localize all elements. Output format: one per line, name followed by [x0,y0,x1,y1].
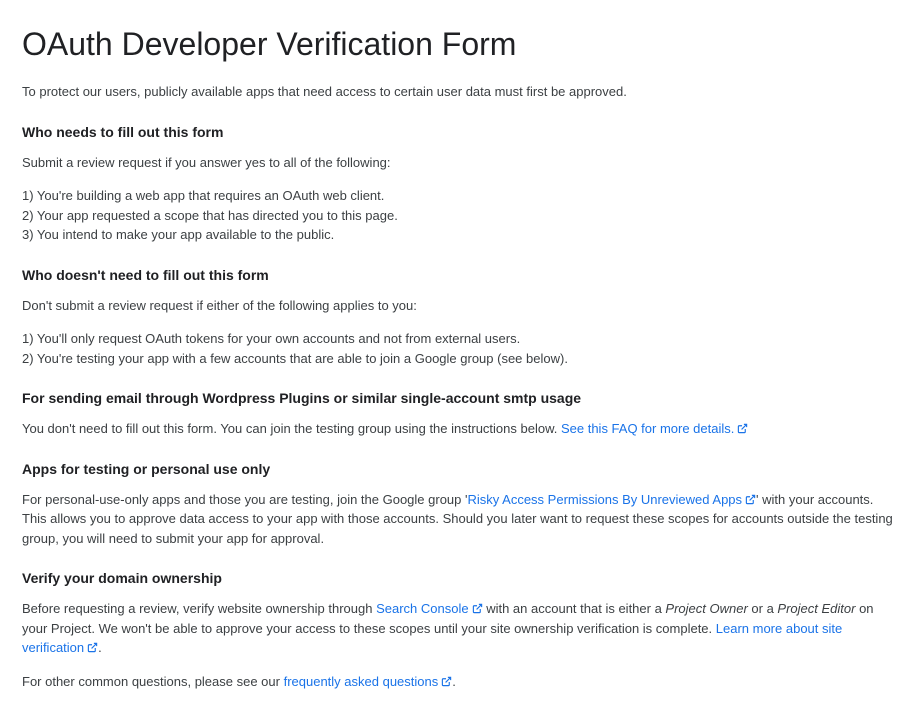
search-console-link[interactable]: Search Console [376,601,483,616]
list-item: 2) You're testing your app with a few ac… [22,349,900,369]
list-item: 2) Your app requested a scope that has d… [22,206,900,226]
list-item: 1) You'll only request OAuth tokens for … [22,329,900,349]
list-item: 1) You're building a web app that requir… [22,186,900,206]
who-needs-list: 1) You're building a web app that requir… [22,186,900,245]
faq-text: For other common questions, please see o… [22,672,900,692]
external-link-icon [745,494,756,505]
testing-text: For personal-use-only apps and those you… [22,490,900,549]
frequently-asked-questions-link[interactable]: frequently asked questions [284,674,453,689]
verify-heading: Verify your domain ownership [22,568,900,589]
faq-link[interactable]: See this FAQ for more details. [561,421,748,436]
verify-text: Before requesting a review, verify websi… [22,599,900,658]
who-needs-lead: Submit a review request if you answer ye… [22,153,900,173]
who-doesnt-heading: Who doesn't need to fill out this form [22,265,900,286]
who-doesnt-lead: Don't submit a review request if either … [22,296,900,316]
external-link-icon [737,423,748,434]
external-link-icon [472,603,483,614]
risky-access-link[interactable]: Risky Access Permissions By Unreviewed A… [467,492,756,507]
intro-text: To protect our users, publicly available… [22,82,900,102]
external-link-icon [87,642,98,653]
testing-heading: Apps for testing or personal use only [22,459,900,480]
who-needs-heading: Who needs to fill out this form [22,122,900,143]
page-title: OAuth Developer Verification Form [22,20,900,68]
list-item: 3) You intend to make your app available… [22,225,900,245]
smtp-heading: For sending email through Wordpress Plug… [22,388,900,409]
smtp-text: You don't need to fill out this form. Yo… [22,419,900,439]
who-doesnt-list: 1) You'll only request OAuth tokens for … [22,329,900,368]
external-link-icon [441,676,452,687]
